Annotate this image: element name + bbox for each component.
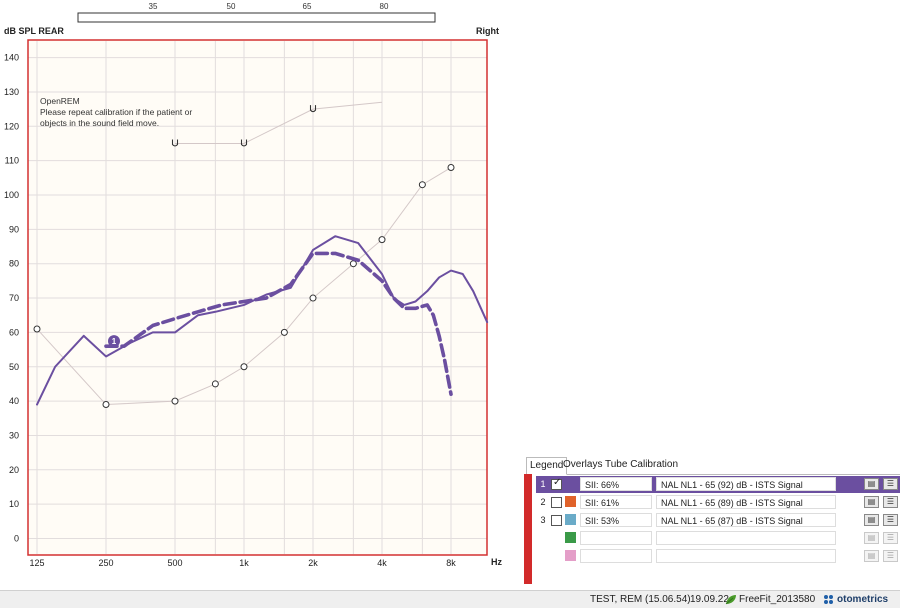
legend-row-checkbox[interactable]	[551, 497, 562, 508]
data-point-marker	[418, 181, 426, 189]
status-bar: TEST, REM (15.06.54) 19.09.22 FreeFit_20…	[0, 590, 900, 608]
legend-tab-strip: Legend Overlays Tube Calibration	[524, 456, 900, 475]
legend-target-description: NAL NL1 - 65 (87) dB - ISTS Signal	[656, 513, 836, 527]
legend-table-icon[interactable]: ▤	[864, 496, 879, 508]
y-axis-unit-label: dB SPL REAR	[4, 26, 64, 36]
data-point-marker	[280, 328, 288, 336]
ear-side-label: Right	[476, 26, 499, 36]
legend-color-swatch	[565, 550, 576, 561]
y-tick-label: 40	[9, 396, 19, 406]
y-tick-label: 130	[4, 87, 19, 97]
data-point-marker	[211, 380, 219, 388]
x-tick-label: 4k	[377, 558, 387, 568]
legend-row[interactable]: 1 ✓ SII: 66% NAL NL1 - 65 (92) dB - ISTS…	[536, 476, 900, 493]
y-tick-label: 50	[9, 362, 19, 372]
y-tick-label: 20	[9, 465, 19, 475]
x-tick-label: 500	[167, 558, 182, 568]
legend-target-description: NAL NL1 - 65 (89) dB - ISTS Signal	[656, 495, 836, 509]
y-tick-label: 30	[9, 430, 19, 440]
otometrics-logo-icon	[824, 595, 833, 604]
legend-color-swatch	[565, 514, 576, 525]
check-mark-icon: ✓	[553, 477, 562, 488]
legend-row-number: 1	[540, 479, 546, 489]
input-level-scale-bar[interactable]	[77, 12, 436, 23]
x-tick-label: 2k	[308, 558, 318, 568]
x-axis-unit-label: Hz	[491, 557, 502, 567]
curve-number-label: 1	[112, 337, 117, 346]
data-point-marker	[309, 294, 317, 302]
legend-row[interactable]: ▤ ☰	[536, 548, 900, 565]
legend-color-swatch	[565, 496, 576, 507]
data-point-marker	[349, 260, 357, 268]
input-level-tick-label: 35	[149, 2, 158, 11]
x-tick-label: 1k	[239, 558, 249, 568]
x-tick-label: 125	[29, 558, 44, 568]
data-point-marker	[240, 363, 248, 371]
legend-color-swatch	[565, 478, 576, 489]
legend-sii-value: SII: 53%	[580, 513, 652, 527]
legend-row-number: 2	[540, 497, 546, 507]
brand-name: otometrics	[837, 594, 889, 605]
legend-color-swatch	[565, 532, 576, 543]
legend-target-description	[656, 549, 836, 563]
session-label: TEST, REM (15.06.54)	[590, 594, 691, 605]
y-tick-label: 70	[9, 293, 19, 303]
y-tick-label: 140	[4, 53, 19, 63]
legend-sii-value: SII: 61%	[580, 495, 652, 509]
data-point-marker	[171, 397, 179, 405]
tab-overlays[interactable]: Overlays	[560, 457, 605, 473]
legend-row-number: 3	[540, 515, 546, 525]
legend-comment-icon[interactable]: ☰	[883, 496, 898, 508]
freefit-leaf-icon	[725, 595, 736, 605]
y-tick-label: 120	[4, 121, 19, 131]
input-level-tick-label: 50	[227, 2, 236, 11]
legend-panel: Legend Overlays Tube Calibration 1 ✓ SII…	[524, 456, 900, 586]
annotation-title: OpenREM	[40, 96, 80, 106]
y-tick-label: 100	[4, 190, 19, 200]
input-level-scale-labels: 35 50 65 80	[149, 2, 389, 11]
y-axis-tick-labels: 0 10 20 30 40 50 60 70 80 90 100 110 120 130 140	[4, 53, 19, 544]
legend-table-icon[interactable]: ▤	[864, 514, 879, 526]
freefit-device-label: FreeFit_2013580	[739, 594, 816, 605]
x-tick-label: 8k	[446, 558, 456, 568]
annotation-line-1: Please repeat calibration if the patient…	[40, 107, 192, 117]
y-tick-label: 110	[5, 156, 19, 166]
legend-row[interactable]: 3 SII: 53% NAL NL1 - 65 (87) dB - ISTS S…	[536, 512, 900, 529]
legend-comment-icon[interactable]: ☰	[883, 532, 898, 544]
legend-sii-value	[580, 531, 652, 545]
data-point-marker	[447, 164, 455, 172]
legend-sii-value	[580, 549, 652, 563]
legend-target-description	[656, 531, 836, 545]
legend-row[interactable]: 2 SII: 61% NAL NL1 - 65 (89) dB - ISTS S…	[536, 494, 900, 511]
data-point-marker	[378, 236, 386, 244]
legend-sii-value: SII: 66%	[580, 477, 652, 491]
legend-row[interactable]: ▤ ☰	[536, 530, 900, 547]
legend-table-icon[interactable]: ▤	[864, 550, 879, 562]
legend-target-description: NAL NL1 - 65 (92) dB - ISTS Signal	[656, 477, 836, 491]
legend-comment-icon[interactable]: ☰	[883, 550, 898, 562]
y-tick-label: 10	[9, 499, 19, 509]
y-tick-label: 80	[9, 259, 19, 269]
tab-tube-calibration[interactable]: Tube Calibration	[602, 457, 681, 473]
legend-comment-icon[interactable]: ☰	[883, 478, 898, 490]
input-level-tick-label: 65	[303, 2, 312, 11]
session-date: 19.09.22	[690, 594, 729, 605]
y-tick-label: 0	[14, 534, 19, 544]
legend-row-checkbox[interactable]	[551, 515, 562, 526]
legend-side-bar	[524, 474, 532, 584]
data-point-marker	[102, 401, 110, 409]
legend-comment-icon[interactable]: ☰	[883, 514, 898, 526]
x-tick-label: 250	[98, 558, 113, 568]
legend-table-icon[interactable]: ▤	[864, 532, 879, 544]
data-point-marker	[33, 325, 41, 333]
annotation-line-2: objects in the sound field move.	[40, 118, 159, 128]
input-level-tick-label: 80	[380, 2, 389, 11]
legend-row-checkbox[interactable]: ✓	[551, 477, 562, 490]
legend-table-icon[interactable]: ▤	[864, 478, 879, 490]
x-axis-tick-labels: 125 250 500 1k 2k 4k 8k	[29, 558, 456, 568]
y-tick-label: 90	[9, 224, 19, 234]
y-tick-label: 60	[9, 327, 19, 337]
